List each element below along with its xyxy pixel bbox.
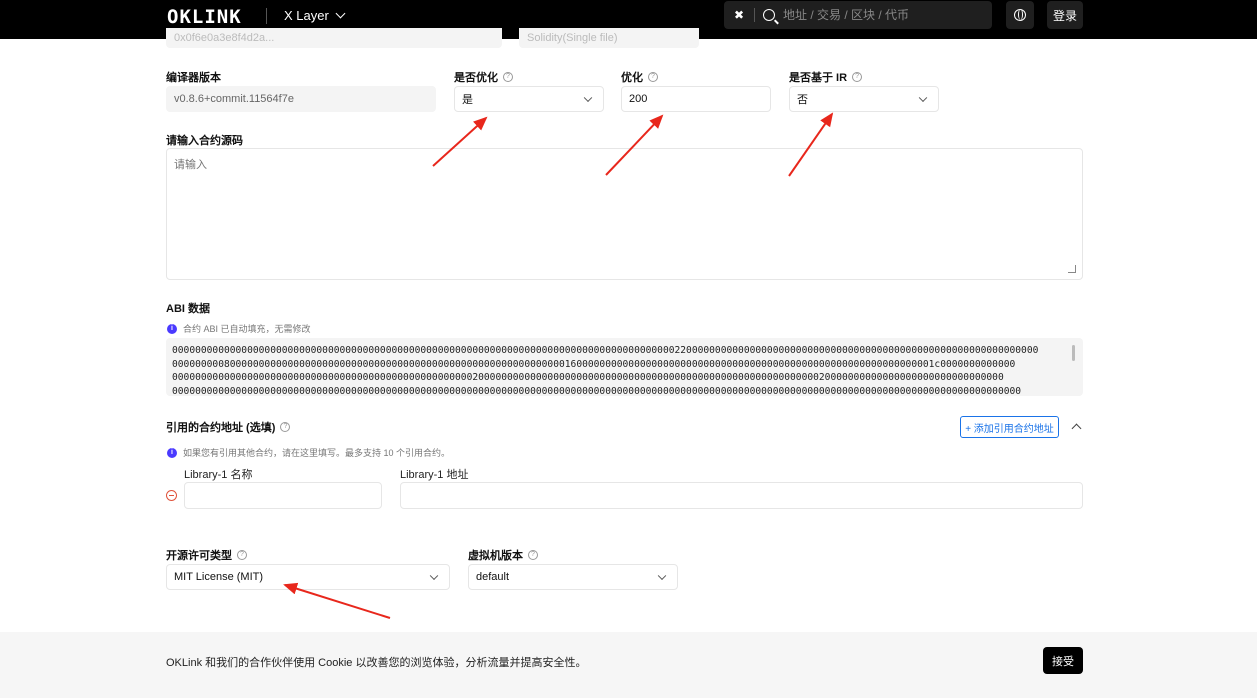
remove-library-icon[interactable] [166, 490, 177, 501]
license-label: 开源许可类型? [166, 547, 247, 563]
abi-label-text: ABI 数据 [166, 303, 210, 315]
evm-version-label: 虚拟机版本? [468, 547, 538, 563]
chevron-down-icon [429, 571, 439, 581]
search-separator [754, 8, 755, 22]
library-address-label: Library-1 地址 [400, 469, 469, 481]
source-code-label: 请输入合约源码 [166, 132, 243, 148]
ir-value: 否 [797, 94, 808, 106]
abi-label: ABI 数据 [166, 300, 210, 316]
chain-selector[interactable]: X Layer [284, 8, 346, 23]
abi-line: 0000000000000000000000000000000000000000… [172, 372, 1004, 383]
abi-line: 0000000008000000000000000000000000000000… [172, 358, 1016, 370]
chevron-down-icon [657, 571, 667, 581]
source-code-textarea[interactable] [166, 148, 1083, 280]
accept-cookie-button[interactable]: 接受 [1043, 647, 1083, 674]
login-button[interactable]: 登录 [1047, 1, 1083, 29]
license-label-text: 开源许可类型 [166, 550, 232, 562]
compiler-version-label: 编译器版本 [166, 69, 221, 85]
globe-icon [1014, 9, 1026, 21]
evm-version-select[interactable]: default [468, 564, 678, 590]
libraries-label-text: 引用的合约地址 (选填) [166, 422, 276, 434]
runs-input[interactable]: 200 [621, 86, 771, 112]
license-value: MIT License (MIT) [174, 571, 264, 583]
evm-version-value: default [476, 571, 510, 583]
contract-address-field[interactable]: 0x0f6e0a3e8f4d2a... [166, 28, 502, 48]
chain-name: X Layer [284, 8, 329, 23]
libraries-note-text: 如果您有引用其他合约，请在这里填写。最多支持 10 个引用合约。 [183, 448, 451, 458]
abi-note: i 合约 ABI 已自动填充，无需修改 [167, 322, 311, 335]
add-library-button[interactable]: + 添加引用合约地址 [960, 416, 1059, 438]
abi-line: 0000000000000000000000000000000000000000… [172, 385, 1022, 397]
help-icon[interactable]: ? [280, 422, 291, 432]
license-select[interactable]: MIT License (MIT) [166, 564, 450, 590]
help-icon[interactable]: ? [503, 72, 513, 82]
info-icon: i [167, 447, 177, 458]
library-name-label: Library-1 名称 [184, 469, 253, 481]
cookie-text: OKLink 和我们的合作伙伴使用 Cookie 以改善您的浏览体验，分析流量并… [166, 657, 587, 669]
evm-version-label-text: 虚拟机版本 [468, 550, 523, 562]
help-icon[interactable]: ? [528, 550, 538, 560]
abi-note-text: 合约 ABI 已自动填充，无需修改 [183, 324, 311, 334]
ir-select[interactable]: 否 [789, 86, 939, 112]
help-icon[interactable]: ? [648, 72, 658, 82]
abi-textarea[interactable]: 0000000000000000000000000000000000000000… [166, 338, 1083, 396]
chevron-down-icon [335, 8, 346, 19]
chevron-up-icon[interactable] [1071, 423, 1082, 434]
compiler-version-field: v0.8.6+commit.11564f7e [166, 86, 436, 112]
source-code-label-text: 请输入合约源码 [166, 135, 243, 147]
compiler-version-label-text: 编译器版本 [166, 72, 221, 84]
help-icon[interactable]: ? [237, 550, 247, 560]
abi-line: 0000000000000000000000000000000000000000… [172, 345, 1039, 356]
search-icon [763, 9, 775, 21]
runs-label-text: 优化 [621, 72, 643, 84]
optimize-value: 是 [462, 94, 473, 106]
optimize-select[interactable]: 是 [454, 86, 604, 112]
search-input[interactable] [783, 8, 983, 22]
info-icon: i [167, 323, 177, 334]
chevron-down-icon [918, 93, 928, 103]
x-layer-icon[interactable]: ✖ [724, 8, 754, 22]
resize-handle-icon[interactable] [1068, 265, 1076, 273]
ir-label: 是否基于 IR? [789, 69, 863, 85]
abi-scrollbar[interactable] [1072, 345, 1075, 361]
search-bar[interactable]: ✖ [724, 1, 992, 29]
runs-label: 优化? [621, 69, 658, 85]
language-button[interactable] [1006, 1, 1034, 29]
compiler-type-field[interactable]: Solidity(Single file) [519, 28, 699, 48]
chevron-down-icon [583, 93, 593, 103]
libraries-label: 引用的合约地址 (选填)? [166, 419, 291, 435]
header-divider [266, 8, 267, 24]
optimize-label-text: 是否优化 [454, 72, 498, 84]
help-icon[interactable]: ? [852, 72, 863, 82]
oklink-logo[interactable]: OKLINK [167, 6, 242, 28]
ir-label-text: 是否基于 IR [789, 72, 848, 84]
libraries-note: i 如果您有引用其他合约，请在这里填写。最多支持 10 个引用合约。 [167, 446, 450, 459]
library-name-input[interactable] [184, 482, 382, 509]
optimize-label: 是否优化? [454, 69, 513, 85]
library-address-input[interactable] [400, 482, 1083, 509]
